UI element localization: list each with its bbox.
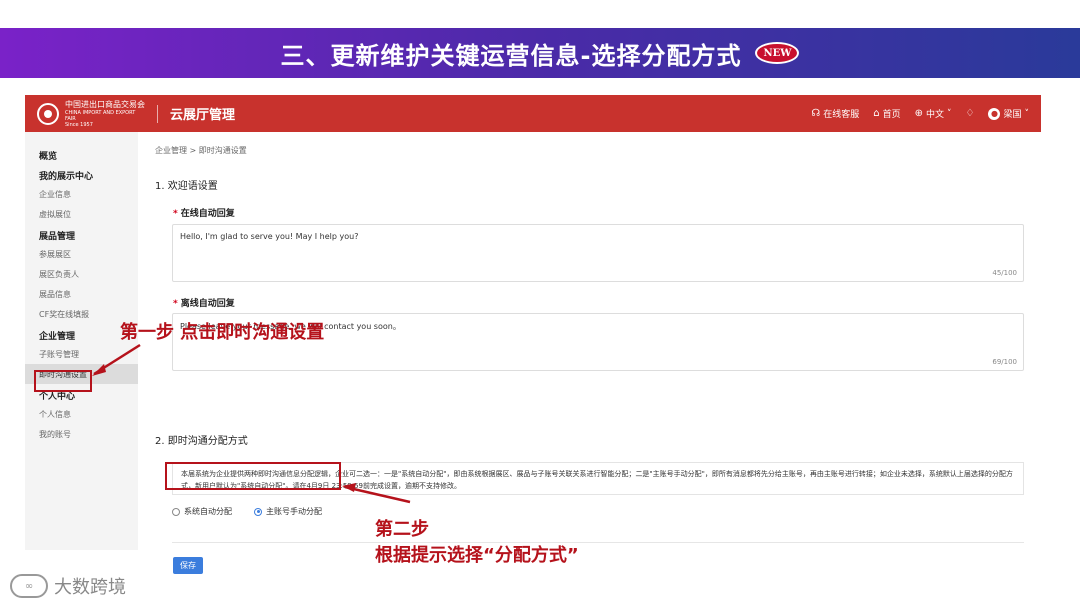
online-reply-label: * 在线自动回复 — [173, 209, 235, 219]
app-header: 中国进出口商品交易会 CHINA IMPORT AND EXPORT FAIR … — [25, 95, 1041, 132]
breadcrumb: 企业管理 > 即时沟通设置 — [155, 146, 247, 155]
highlight-sidebar-box — [34, 370, 92, 392]
sidebar-group-showcase[interactable]: 我的展示中心 — [25, 164, 138, 184]
offline-reply-label: * 离线自动回复 — [173, 299, 235, 309]
new-badge: NEW — [755, 42, 800, 64]
notification-bell[interactable]: ♢ — [966, 108, 975, 119]
annotation-step2-title: 第二步 — [375, 519, 429, 540]
annotation-step2-desc: 根据提示选择“分配方式” — [375, 545, 579, 566]
app-name: 云展厅管理 — [170, 108, 236, 123]
sidebar-item-sub-accounts[interactable]: 子账号管理 — [25, 344, 138, 364]
chevron-down-icon: ˅ — [1024, 108, 1030, 119]
section-welcome-title: 1. 欢迎语设置 — [155, 181, 218, 192]
logo-text: 中国进出口商品交易会 CHINA IMPORT AND EXPORT FAIR … — [65, 99, 145, 128]
sidebar-item-exhibit-info[interactable]: 展品信息 — [25, 284, 138, 304]
form-divider — [172, 542, 1024, 543]
online-reply-count: 45/100 — [992, 269, 1017, 277]
radio-circle-icon — [172, 507, 180, 516]
annotation-step1: 第一步 点击即时沟通设置 — [120, 322, 325, 343]
online-reply-textarea[interactable]: Hello, I'm glad to serve you! May I help… — [172, 224, 1024, 282]
chevron-down-icon: ˅ — [947, 108, 952, 119]
sidebar-item-my-account[interactable]: 我的账号 — [25, 424, 138, 444]
sidebar-item-overview[interactable]: 概览 — [25, 144, 138, 164]
radio-manual-assign[interactable]: 主账号手动分配 — [254, 506, 322, 517]
slide-title: 三、更新维护关键运营信息-选择分配方式 — [280, 41, 742, 70]
globe-icon: ⊕ — [914, 108, 923, 119]
bell-icon: ♢ — [965, 108, 975, 119]
sidebar-item-company-info[interactable]: 企业信息 — [25, 184, 138, 204]
header-divider — [157, 104, 158, 123]
canton-fair-logo[interactable]: 中国进出口商品交易会 CHINA IMPORT AND EXPORT FAIR … — [37, 100, 145, 128]
language-select[interactable]: ⊕ 中文 ˅ — [915, 107, 952, 120]
sidebar-item-exhibition-section[interactable]: 参展展区 — [25, 244, 138, 264]
highlight-radio-box — [165, 462, 341, 490]
sidebar-item-personal-info[interactable]: 个人信息 — [25, 404, 138, 424]
offline-reply-count: 69/100 — [992, 358, 1017, 366]
user-menu[interactable]: ● 梁国 ˅ — [988, 107, 1029, 120]
sidebar-group-exhibits[interactable]: 展品管理 — [25, 224, 138, 244]
assignment-radio-group: 系统自动分配 主账号手动分配 — [172, 506, 322, 517]
section-assignment-title: 2. 即时沟通分配方式 — [155, 436, 248, 447]
header-actions: ☊ 在线客服 ⌂ 首页 ⊕ 中文 ˅ ♢ ● 梁国 ˅ — [811, 107, 1029, 120]
sidebar-item-section-manager[interactable]: 展区负责人 — [25, 264, 138, 284]
radio-circle-selected-icon — [254, 507, 262, 516]
watermark: ∞ 大数跨境 — [10, 573, 126, 599]
online-service-link[interactable]: ☊ 在线客服 — [811, 107, 859, 120]
radio-system-auto[interactable]: 系统自动分配 — [172, 506, 232, 517]
home-icon: ⌂ — [873, 108, 880, 119]
save-button[interactable]: 保存 — [173, 557, 203, 574]
sidebar-item-virtual-booth[interactable]: 虚拟展位 — [25, 204, 138, 224]
headset-icon: ☊ — [811, 108, 821, 119]
avatar-icon: ● — [988, 107, 1001, 120]
slide-title-bar: 三、更新维护关键运营信息-选择分配方式 NEW — [0, 28, 1080, 78]
logo-icon — [37, 102, 59, 125]
home-link[interactable]: ⌂ 首页 — [873, 107, 900, 120]
watermark-logo-icon: ∞ — [10, 574, 48, 598]
